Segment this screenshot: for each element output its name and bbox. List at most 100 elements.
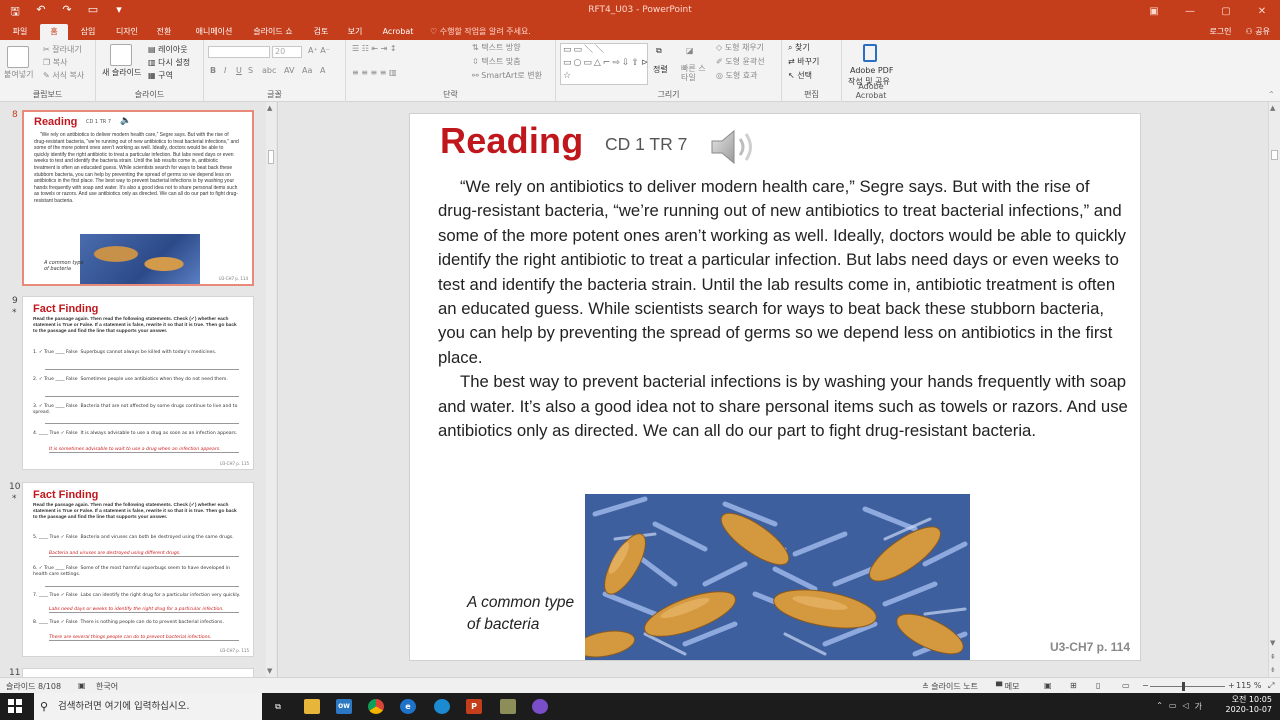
maximize-icon[interactable]: ▢ xyxy=(1208,0,1244,22)
quick-styles-button[interactable]: 빠른 스타일 xyxy=(681,64,711,82)
spacing-icon[interactable]: AV xyxy=(284,66,294,75)
align-text-button[interactable]: ⇳ 텍스트 맞춤 xyxy=(472,56,521,67)
zoom-out-icon[interactable]: − xyxy=(1142,681,1149,690)
spellcheck-icon[interactable]: ▣ xyxy=(78,681,86,690)
copy-button[interactable]: ❐ 복사 xyxy=(43,57,67,68)
ribbon-display-options-icon[interactable]: ▣ xyxy=(1136,0,1172,22)
create-pdf-button-line2[interactable]: 작성 및 공유 xyxy=(848,76,890,87)
scroll-thumb[interactable] xyxy=(268,150,274,164)
reading-view-icon[interactable]: ▯ xyxy=(1096,681,1100,690)
chrome-icon[interactable] xyxy=(368,699,384,714)
app-ow-icon[interactable]: OW xyxy=(336,699,352,714)
zoom-level[interactable]: 115 % xyxy=(1236,681,1261,690)
login-link[interactable]: 로그인 xyxy=(1209,26,1231,37)
font-color-icon[interactable]: A xyxy=(320,66,325,75)
minimize-icon[interactable]: — xyxy=(1172,0,1208,22)
slide-thumbnail-10[interactable]: Fact Finding Read the passage again. The… xyxy=(22,482,254,657)
replace-button[interactable]: ⇄ 바꾸기 xyxy=(788,56,819,67)
next-slide-icon[interactable]: ⇟ xyxy=(1270,666,1276,674)
edge-icon[interactable] xyxy=(434,699,450,714)
tab-file[interactable]: 파일 xyxy=(6,24,34,40)
create-pdf-button-line1[interactable]: Adobe PDF xyxy=(850,66,893,75)
find-button[interactable]: ⌕ 찾기 xyxy=(788,42,810,53)
zoom-slider[interactable] xyxy=(1150,686,1225,687)
language-indicator[interactable]: 한국어 xyxy=(96,681,118,692)
new-slide-button[interactable]: 새 슬라이드 xyxy=(102,67,141,78)
bullets-icon[interactable]: ☰ ☷ ⇤ ⇥ ↕ xyxy=(352,44,397,53)
tab-slideshow[interactable]: 슬라이드 쇼 xyxy=(248,24,298,40)
tell-me-box[interactable]: ♡ 수행할 작업을 알려 주세요. xyxy=(430,26,531,37)
current-slide[interactable]: Reading CD 1 TR 7 “We rely on antibiotic… xyxy=(409,113,1141,661)
italic-icon[interactable]: I xyxy=(224,66,226,75)
underline-icon[interactable]: U xyxy=(236,66,242,75)
windows-start-icon[interactable] xyxy=(8,699,22,713)
scroll-up-icon[interactable]: ▲ xyxy=(1270,104,1275,112)
slide-title[interactable]: Reading xyxy=(440,120,583,162)
font-name-combo[interactable] xyxy=(208,46,270,58)
tab-transitions[interactable]: 전환 xyxy=(150,24,178,40)
previous-slide-icon[interactable]: ⇞ xyxy=(1270,653,1276,661)
slide-thumbnail-9[interactable]: Fact Finding Read the passage again. The… xyxy=(22,296,254,470)
normal-view-icon[interactable]: ▣ xyxy=(1044,681,1052,690)
thumbnail-scrollbar[interactable]: ▲ ▼ xyxy=(266,102,276,677)
speaker-icon[interactable] xyxy=(710,126,760,168)
quick-styles-icon[interactable]: ◪ xyxy=(686,46,694,55)
scroll-thumb[interactable] xyxy=(1271,150,1278,160)
fit-slide-icon[interactable]: ⤢ xyxy=(1268,681,1274,691)
app-purple-icon[interactable] xyxy=(532,699,548,714)
tab-insert[interactable]: 삽입 xyxy=(74,24,102,40)
tab-review[interactable]: 검토 xyxy=(308,24,334,40)
shapes-gallery[interactable]: ▭▭＼＼▭○▭△⌐⇨⇩⇧⊳⌒{}☆ xyxy=(560,43,648,85)
new-slide-icon[interactable] xyxy=(110,44,132,66)
reset-button[interactable]: ▥ 다시 설정 xyxy=(148,57,190,68)
font-size-combo[interactable]: 20 xyxy=(272,46,302,58)
strikethrough-icon[interactable]: abc xyxy=(262,66,276,75)
scroll-down-icon[interactable]: ▼ xyxy=(1270,639,1275,647)
app-character-icon[interactable] xyxy=(500,699,516,714)
chevron-up-icon[interactable]: ⌃ xyxy=(1156,701,1163,712)
zoom-in-icon[interactable]: + xyxy=(1228,681,1235,690)
taskbar-search-box[interactable]: ⚲ 검색하려면 여기에 입력하십시오. xyxy=(34,693,262,720)
internet-explorer-icon[interactable]: e xyxy=(400,699,416,714)
arrange-button[interactable]: 정렬 xyxy=(653,64,668,75)
comments-button[interactable]: ▀ 메모 xyxy=(996,681,1019,692)
format-painter-button[interactable]: ✎ 서식 복사 xyxy=(43,70,84,81)
share-button[interactable]: ⚇ 공유 xyxy=(1246,26,1270,37)
tab-design[interactable]: 디자인 xyxy=(110,24,144,40)
notes-button[interactable]: ≛ 슬라이드 노트 xyxy=(922,681,978,692)
collapse-ribbon-icon[interactable]: ⌃ xyxy=(1268,90,1275,99)
slideshow-view-icon[interactable]: ▭ xyxy=(1122,681,1130,690)
ime-indicator[interactable]: 가 xyxy=(1195,701,1202,712)
slide-body-text[interactable]: “We rely on antibiotics to deliver moder… xyxy=(438,175,1128,443)
shape-outline-button[interactable]: ✐ 도형 윤곽선 xyxy=(716,56,765,67)
shape-effects-button[interactable]: ◎ 도형 효과 xyxy=(716,70,758,81)
align-icons[interactable]: ≡ ≡ ≡ ≡ ▥ xyxy=(352,68,397,77)
case-icon[interactable]: Aa xyxy=(302,66,312,75)
shape-fill-button[interactable]: ◇ 도형 채우기 xyxy=(716,42,764,53)
arrange-icon[interactable]: ⧉ xyxy=(656,46,662,56)
network-icon[interactable]: ▭ xyxy=(1169,701,1177,712)
font-grow-icon[interactable]: A⁺ A⁻ xyxy=(308,46,330,55)
tab-home[interactable]: 홈 xyxy=(40,24,68,40)
task-view-icon[interactable]: ⧉ xyxy=(270,699,286,714)
layout-button[interactable]: ▤ 레이아웃 xyxy=(148,44,188,55)
paste-button[interactable]: 붙여넣기 xyxy=(4,69,33,80)
zoom-slider-handle[interactable] xyxy=(1182,682,1185,691)
tab-animations[interactable]: 애니메이션 xyxy=(186,24,242,40)
slide-thumbnail-8[interactable]: Reading CD 1 TR 7 🔈 “We rely on antibiot… xyxy=(22,110,254,286)
volume-icon[interactable]: ◁ xyxy=(1182,701,1188,712)
tab-view[interactable]: 보기 xyxy=(342,24,368,40)
bold-icon[interactable]: B xyxy=(210,66,216,75)
text-direction-button[interactable]: ⇅ 텍스트 방향 xyxy=(472,42,521,53)
cd-track-label[interactable]: CD 1 TR 7 xyxy=(605,134,687,155)
slide-thumbnail-11[interactable] xyxy=(22,668,254,677)
cut-button[interactable]: ✂ 잘라내기 xyxy=(43,44,82,55)
slide-scrollbar[interactable]: ▲ ▼ ⇞ ⇟ xyxy=(1268,102,1280,677)
section-button[interactable]: ▦ 구역 xyxy=(148,70,173,81)
shadow-icon[interactable]: S xyxy=(248,66,253,75)
pdf-icon[interactable] xyxy=(863,44,877,62)
scroll-up-icon[interactable]: ▲ xyxy=(267,104,272,112)
scroll-down-icon[interactable]: ▼ xyxy=(267,667,272,675)
image-caption[interactable]: A common type of bacteria xyxy=(467,592,574,635)
bacteria-image[interactable] xyxy=(585,494,970,661)
